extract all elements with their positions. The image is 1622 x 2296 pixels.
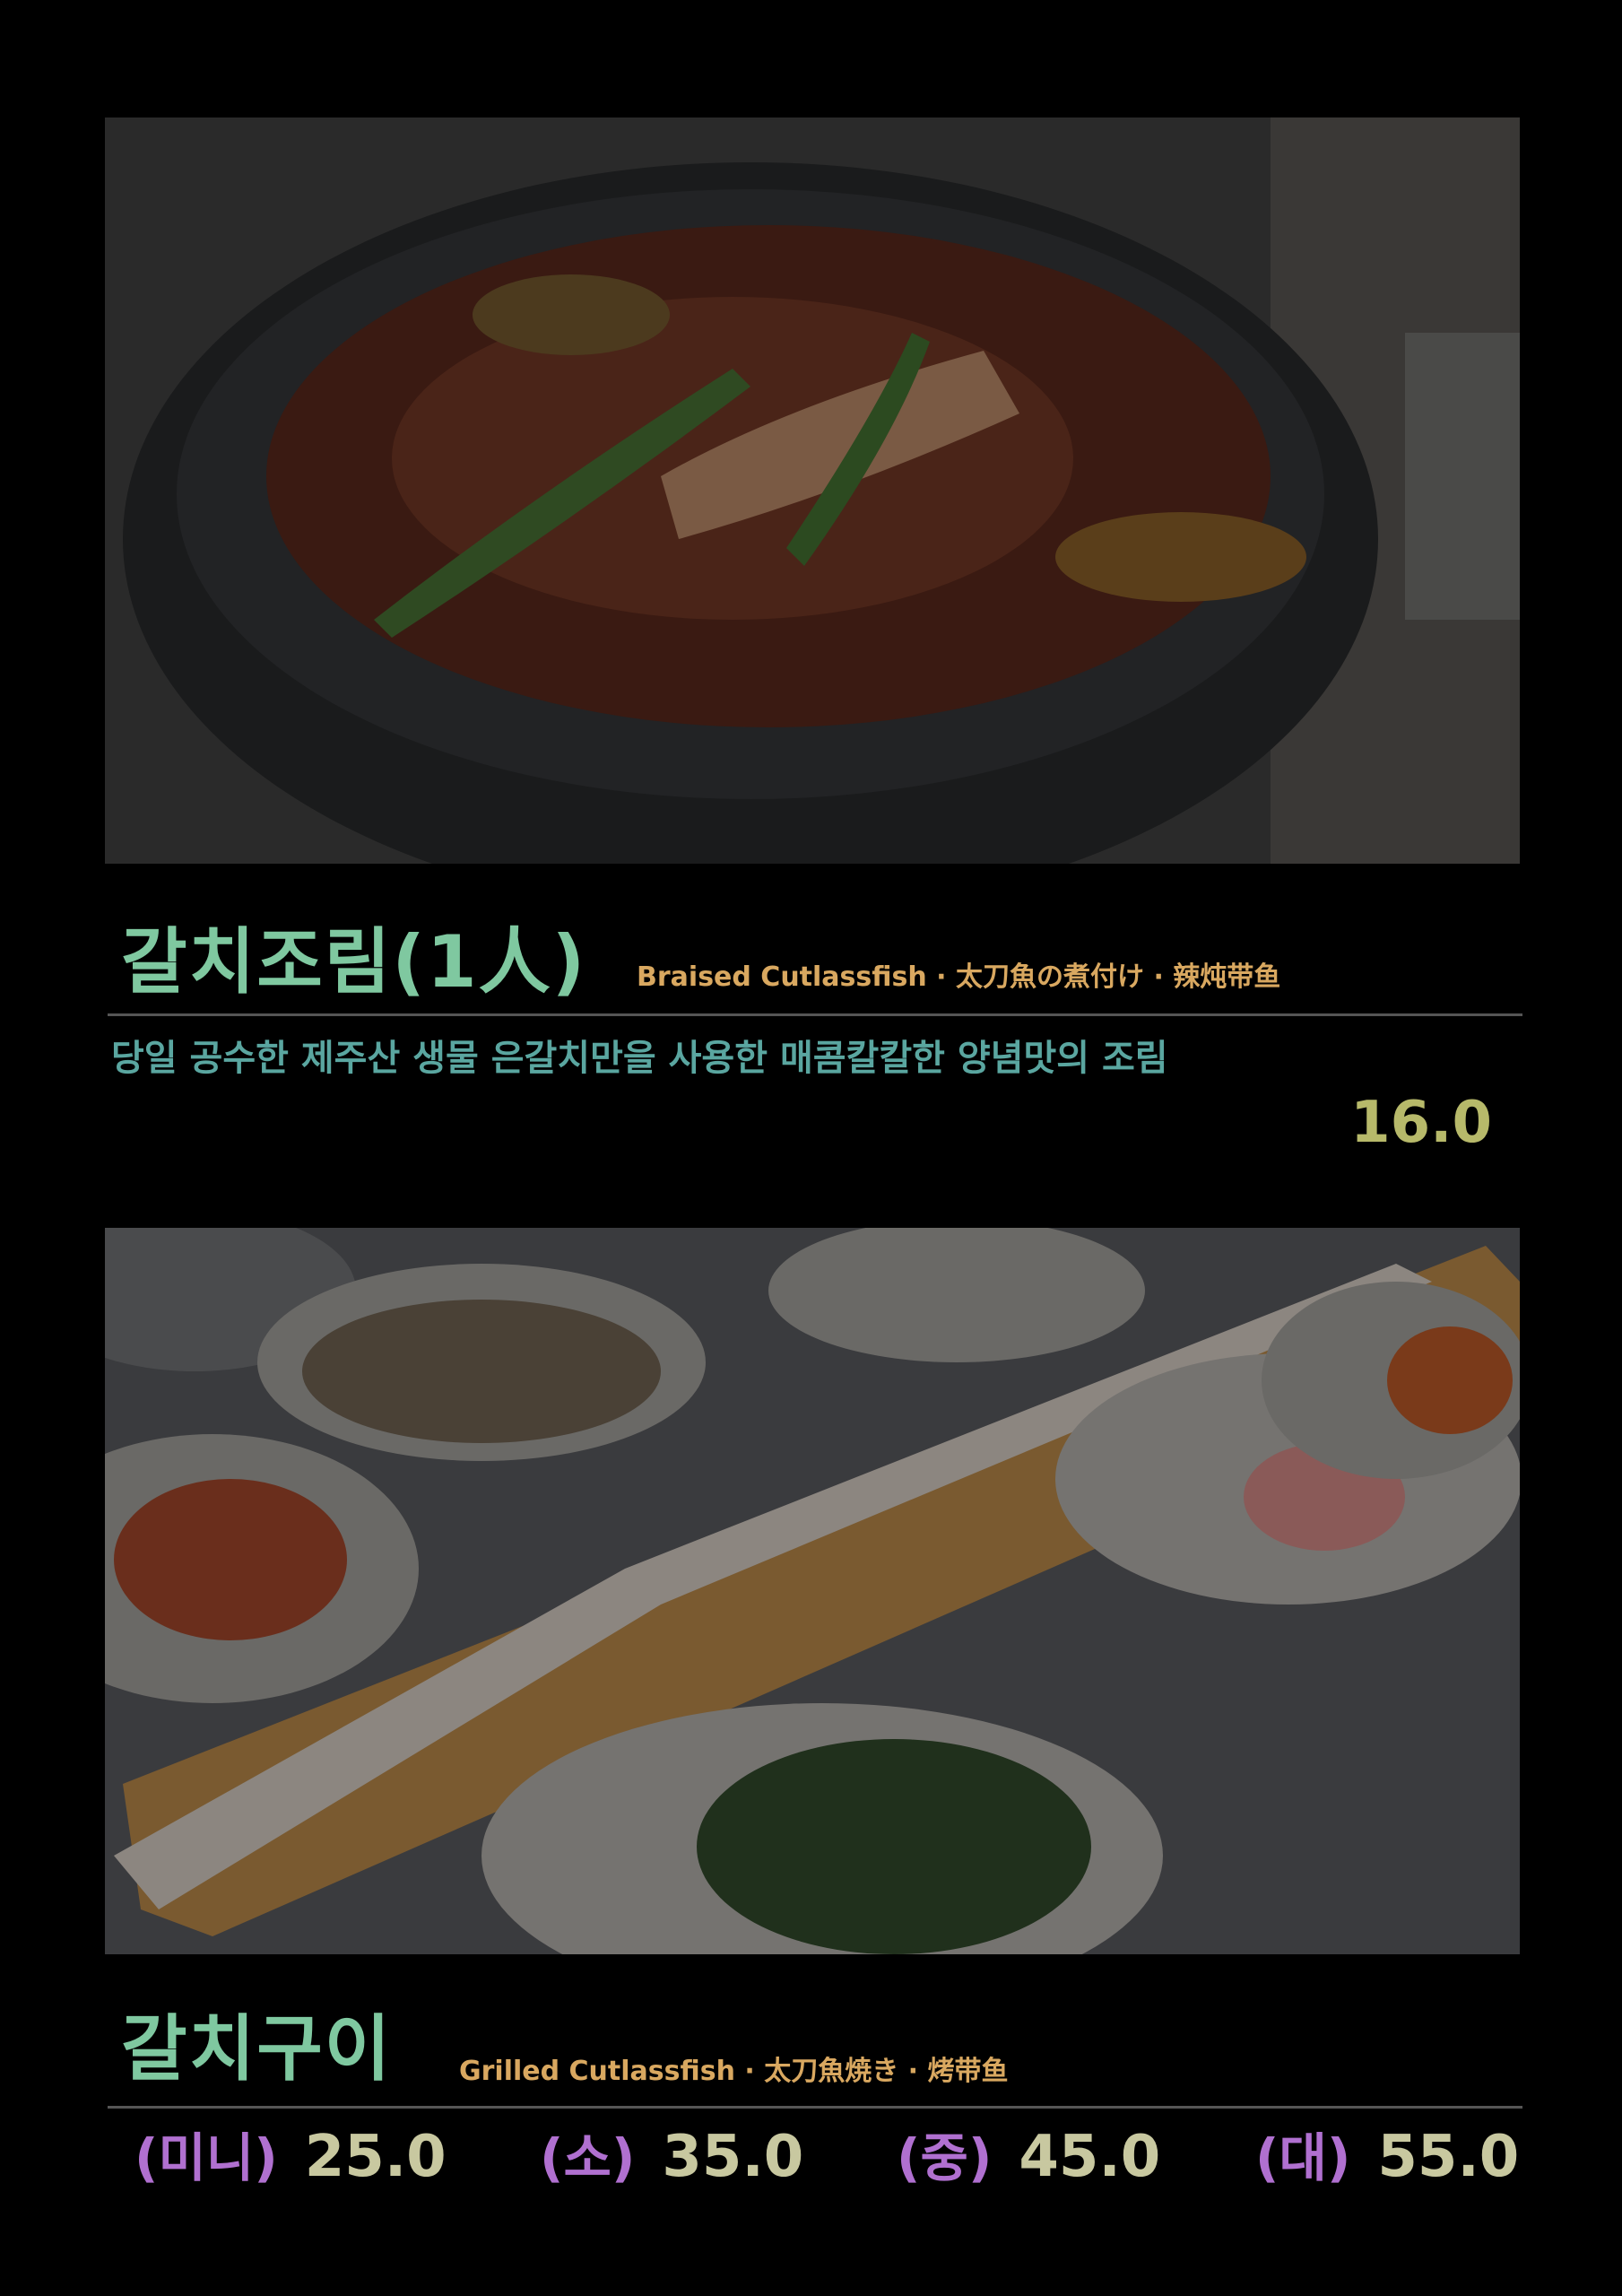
size-label: (소) — [540, 2127, 636, 2188]
size-price: 55.0 — [1377, 2124, 1520, 2190]
item-title-braised: 갈치조림(1人) — [121, 920, 587, 1004]
size-price-list: (미니) 25.0 (소) 35.0 (중) 45.0 (대) 55.0 — [134, 2128, 1519, 2200]
size-price: 35.0 — [662, 2124, 804, 2190]
size-price: 25.0 — [304, 2124, 447, 2190]
divider — [108, 2106, 1522, 2109]
size-option-small: (소) 35.0 — [540, 2128, 803, 2186]
size-option-medium: (중) 45.0 — [897, 2128, 1160, 2186]
item-subtitle-grilled: Grilled Cutlassfish · 太刀魚焼き · 烤带鱼 — [459, 2056, 1009, 2087]
size-option-mini: (미니) 25.0 — [134, 2128, 447, 2186]
size-label: (미니) — [134, 2127, 278, 2188]
grilled-cutlassfish-photo — [105, 1228, 1520, 1954]
braised-cutlassfish-photo — [105, 117, 1520, 864]
size-price: 45.0 — [1019, 2124, 1161, 2190]
size-option-large: (대) 55.0 — [1255, 2128, 1519, 2186]
size-label: (중) — [897, 2127, 993, 2188]
item-description-braised: 당일 공수한 제주산 생물 은갈치만을 사용한 매콤칼칼한 양념맛의 조림 — [111, 1038, 1168, 1079]
item-subtitle-braised: Braised Cutlassfish · 太刀魚の煮付け · 辣炖带鱼 — [637, 961, 1281, 993]
size-label: (대) — [1255, 2127, 1351, 2188]
item-title-grilled: 갈치구이 — [121, 2007, 393, 2091]
item-price-braised: 16.0 — [1350, 1090, 1492, 1156]
divider — [108, 1013, 1522, 1016]
